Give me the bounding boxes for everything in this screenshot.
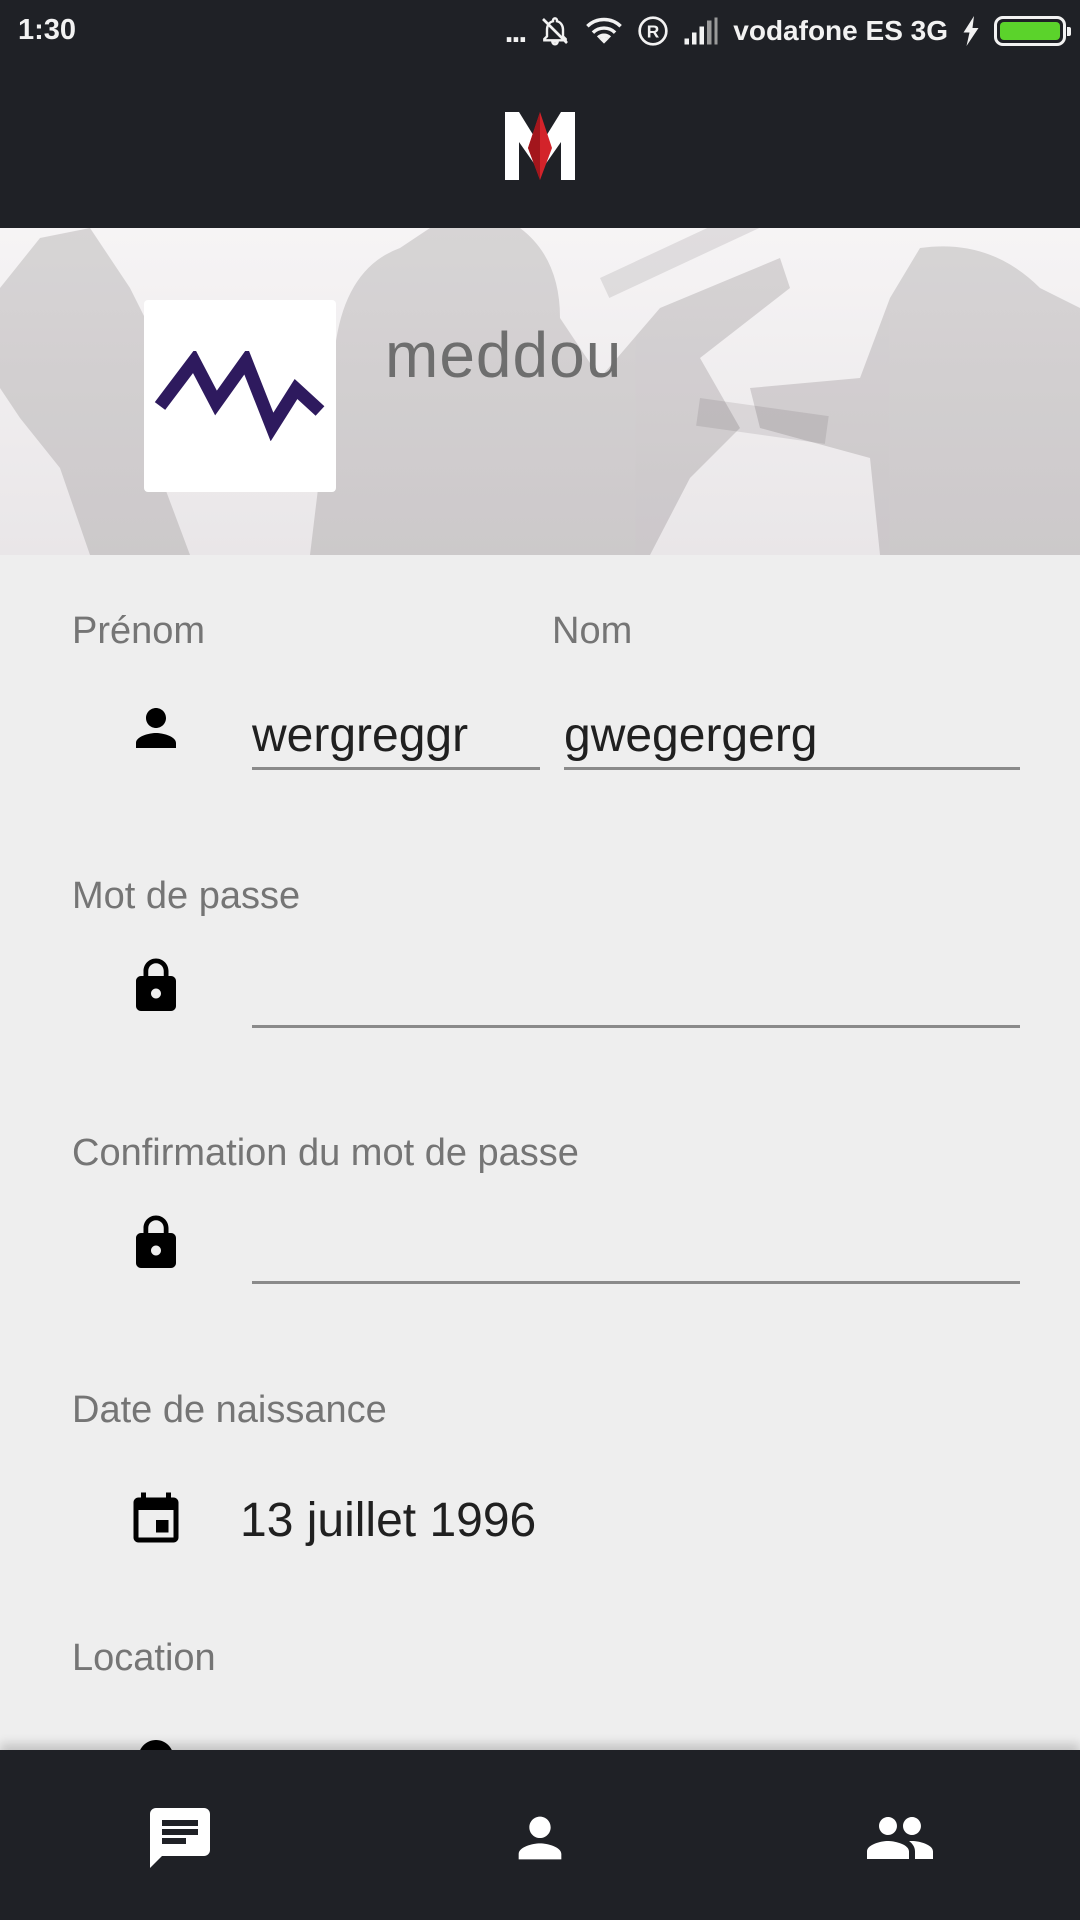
roaming-icon: R — [637, 15, 669, 47]
avatar[interactable] — [144, 300, 336, 492]
profile-username: meddou — [385, 319, 623, 391]
wifi-icon — [585, 15, 623, 47]
first-name-input[interactable]: wergreggr — [252, 696, 540, 770]
calendar-icon — [133, 1492, 179, 1543]
nav-messages[interactable] — [144, 1802, 216, 1874]
mw-logo-icon — [154, 351, 325, 441]
status-bar: 1:30 ... R vodafone ES 3G — [0, 0, 1080, 62]
battery-icon — [994, 16, 1071, 46]
first-name-label: Prénom — [72, 610, 206, 652]
app-bar — [0, 62, 1080, 228]
status-icons: ... R vodafone ES 3G — [504, 12, 1071, 50]
signal-icon — [683, 17, 719, 45]
lock-icon — [136, 1215, 176, 1268]
nav-friends[interactable] — [864, 1802, 936, 1874]
last-name-label: Nom — [552, 610, 633, 652]
password-confirm-label: Confirmation du mot de passe — [72, 1132, 579, 1174]
battery-level — [1000, 22, 1060, 40]
birth-date-value[interactable]: 13 juillet 1996 — [240, 1493, 536, 1548]
bell-off-icon — [539, 15, 571, 47]
password-confirm-input[interactable] — [252, 1210, 1020, 1284]
lock-icon — [136, 958, 176, 1011]
password-input[interactable] — [252, 954, 1020, 1028]
bottom-navigation — [0, 1750, 1080, 1920]
birth-date-label: Date de naissance — [72, 1389, 387, 1431]
profile-banner: meddou — [0, 228, 1080, 555]
location-label: Location — [72, 1637, 216, 1679]
group-icon — [867, 1817, 933, 1859]
more-dots-icon: ... — [504, 12, 528, 49]
person-icon — [518, 1816, 562, 1860]
charging-bolt-icon — [962, 16, 980, 46]
chat-icon — [150, 1808, 210, 1868]
app-logo — [505, 112, 575, 180]
last-name-input[interactable]: gwegergerg — [564, 696, 1020, 770]
nav-profile[interactable] — [504, 1802, 576, 1874]
status-time: 1:30 — [18, 14, 77, 46]
carrier-name: vodafone ES 3G — [733, 15, 948, 46]
password-label: Mot de passe — [72, 875, 301, 917]
person-icon — [136, 708, 176, 748]
svg-text:R: R — [647, 22, 660, 42]
